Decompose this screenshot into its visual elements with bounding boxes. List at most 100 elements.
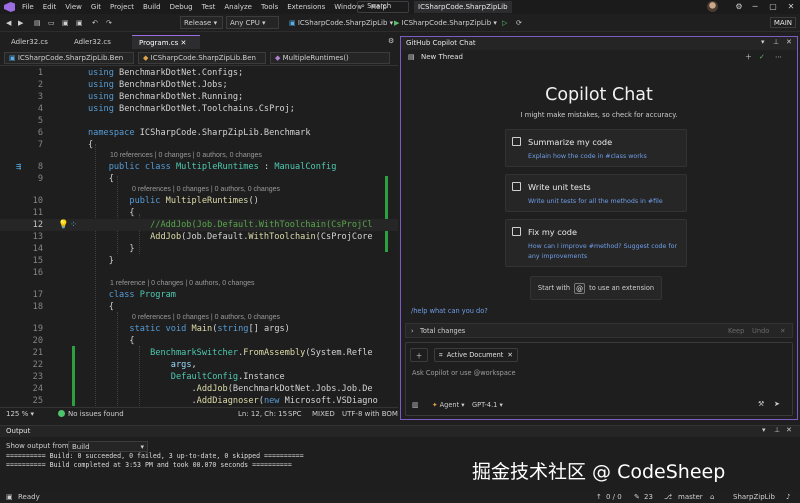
- open-folder-icon[interactable]: ▭: [48, 16, 55, 29]
- zoom-dropdown[interactable]: 125 % ▾: [6, 408, 34, 420]
- live-share-badge[interactable]: MAIN: [769, 17, 796, 28]
- close-icon[interactable]: ✕: [780, 324, 786, 338]
- repo-name[interactable]: SharpZipLib: [733, 491, 775, 503]
- code-lens[interactable]: 0 references | 0 changes | 0 authors, 0 …: [132, 185, 280, 195]
- thread-list-icon[interactable]: ▤: [408, 50, 415, 64]
- tab-program[interactable]: Program.cs ✕: [132, 35, 200, 49]
- tab-settings-icon[interactable]: ⚙: [388, 37, 394, 45]
- new-thread-label[interactable]: New Thread: [421, 50, 463, 64]
- pane-title: GitHub Copilot Chat: [401, 37, 797, 50]
- issues-indicator[interactable]: No issues found: [58, 408, 124, 420]
- more-options-icon[interactable]: ⋯: [775, 50, 782, 64]
- error-count[interactable]: 0 / 0: [606, 491, 622, 503]
- menu-debug[interactable]: Debug: [170, 3, 193, 11]
- code-line: 21 BenchmarkSwitcher.FromAssembly(System…: [0, 347, 398, 359]
- code-lens[interactable]: 1 reference | 0 changes | 0 authors, 0 c…: [110, 279, 255, 289]
- pin-icon[interactable]: ✕: [181, 39, 187, 47]
- branch-name[interactable]: master: [678, 491, 703, 503]
- minimize-icon[interactable]: ─: [746, 0, 764, 14]
- undo-icon[interactable]: ↶: [92, 16, 98, 29]
- active-document-chip[interactable]: ⌗ Active Document ✕: [434, 348, 518, 362]
- dropdown-icon[interactable]: ▾: [761, 38, 765, 46]
- title-bar: File Edit View Git Project Build Debug T…: [0, 0, 800, 14]
- line-number: 2: [37, 80, 43, 90]
- search-box[interactable]: ⌕ Search: [357, 1, 409, 13]
- type-nav-dropdown[interactable]: ◆ ICSharpCode.SharpZipLib.Ben: [138, 52, 266, 64]
- remove-chip-icon[interactable]: ✕: [507, 351, 513, 359]
- pin-icon[interactable]: ⊥: [773, 38, 779, 46]
- avatar[interactable]: [707, 1, 718, 12]
- code-editor[interactable]: 1 using BenchmarkDotNet.Configs; 2 using B…: [0, 66, 398, 406]
- menu-view[interactable]: View: [65, 3, 82, 11]
- class-glyph-icon[interactable]: ⇶: [16, 161, 21, 173]
- output-source-value: Build: [72, 443, 90, 451]
- tab-adler32-2[interactable]: Adler32.cs: [67, 35, 118, 49]
- model-dropdown[interactable]: GPT-4.1 ▾: [472, 401, 503, 409]
- menu-project[interactable]: Project: [110, 3, 134, 11]
- save-all-icon[interactable]: ▣: [76, 16, 83, 29]
- startup-project-value: ICSharpCode.SharpZipLib: [297, 18, 388, 27]
- maximize-icon[interactable]: ▢: [764, 0, 782, 14]
- startup-project-dropdown[interactable]: ▣ ICSharpCode.SharpZipLib ▾: [289, 16, 393, 29]
- menu-edit[interactable]: Edit: [43, 3, 57, 11]
- start-without-debug-icon[interactable]: ▷: [502, 16, 507, 29]
- platform-dropdown[interactable]: Any CPU ▾: [226, 16, 279, 29]
- tools-icon[interactable]: ⚒: [758, 400, 764, 408]
- chat-input-placeholder[interactable]: Ask Copilot or use @workspace: [412, 369, 516, 377]
- menu-analyze[interactable]: Analyze: [224, 3, 252, 11]
- output-source-dropdown[interactable]: Build ▾: [68, 441, 148, 452]
- nav-back-icon[interactable]: ◀: [6, 16, 11, 29]
- cursor-position[interactable]: Ln: 12, Ch: 15: [238, 408, 287, 420]
- menu-file[interactable]: File: [22, 3, 34, 11]
- help-link[interactable]: /help what can you do?: [411, 307, 488, 315]
- menu-build[interactable]: Build: [143, 3, 161, 11]
- code-lens[interactable]: 10 references | 0 changes | 0 authors, 0…: [110, 151, 262, 161]
- code-lens[interactable]: 0 references | 0 changes | 0 authors, 0 …: [132, 313, 280, 323]
- configuration-dropdown[interactable]: Release ▾: [180, 16, 223, 29]
- keep-button[interactable]: Keep: [728, 324, 744, 338]
- code-line: 18 {: [0, 301, 398, 313]
- lightbulb-icon[interactable]: 💡: [58, 219, 69, 231]
- copilot-status-icon[interactable]: ✓: [759, 50, 765, 64]
- redo-icon[interactable]: ↷: [106, 16, 112, 29]
- menu-extensions[interactable]: Extensions: [287, 3, 325, 11]
- file-encoding[interactable]: UTF-8 with BOM: [342, 408, 398, 420]
- suggestion-card-tests[interactable]: Write unit tests Write unit tests for al…: [505, 174, 687, 212]
- new-item-icon[interactable]: ▤: [34, 16, 41, 29]
- at-mention-icon[interactable]: @: [574, 282, 586, 294]
- indent-mode[interactable]: SPC: [288, 408, 302, 420]
- line-number: 5: [37, 116, 43, 126]
- suggestion-card-summarize[interactable]: Summarize my code Explain how the code i…: [505, 129, 687, 167]
- close-icon[interactable]: ✕: [786, 426, 792, 434]
- close-icon[interactable]: ✕: [782, 0, 800, 14]
- close-icon[interactable]: ✕: [786, 38, 792, 46]
- send-icon[interactable]: ➤: [774, 400, 780, 408]
- line-endings[interactable]: MIXED: [312, 408, 335, 420]
- new-thread-icon[interactable]: ＋: [745, 50, 752, 64]
- mode-dropdown[interactable]: ✦ Agent ▾: [432, 401, 465, 409]
- menu-tools[interactable]: Tools: [261, 3, 278, 11]
- attach-icon[interactable]: ▥: [412, 401, 419, 409]
- notification-bell-icon[interactable]: ♪: [786, 491, 790, 503]
- start-debug-button[interactable]: ▶ ICSharpCode.SharpZipLib ▾: [394, 16, 497, 29]
- member-nav-dropdown[interactable]: ◆ MultipleRuntimes(): [270, 52, 390, 64]
- menu-test[interactable]: Test: [202, 3, 216, 11]
- total-changes-bar[interactable]: › Total changes Keep Undo ✕: [405, 323, 793, 338]
- save-icon[interactable]: ▣: [62, 16, 69, 29]
- code-line: ⇶ 8 public class MultipleRuntimes : Manua…: [16, 161, 337, 173]
- copilot-hint-icon[interactable]: ⁘: [70, 219, 77, 231]
- arrow-up-icon[interactable]: ↑: [596, 491, 602, 503]
- tab-adler32-1[interactable]: Adler32.cs: [4, 35, 55, 49]
- menu-git[interactable]: Git: [91, 3, 101, 11]
- chat-input-box[interactable]: ＋ ⌗ Active Document ✕ Ask Copilot or use…: [405, 342, 793, 416]
- change-count[interactable]: 23: [644, 491, 653, 503]
- hot-reload-icon[interactable]: ⟳: [516, 16, 522, 29]
- pin-icon[interactable]: ⊥: [774, 426, 780, 434]
- undo-button[interactable]: Undo: [752, 324, 769, 338]
- dropdown-icon[interactable]: ▾: [762, 426, 766, 434]
- expand-chevron-icon[interactable]: ›: [411, 324, 414, 338]
- nav-forward-icon[interactable]: ▶: [18, 16, 23, 29]
- project-nav-dropdown[interactable]: ▣ ICSharpCode.SharpZipLib.Ben: [4, 52, 134, 64]
- suggestion-card-fix[interactable]: Fix my code How can I improve #method? S…: [505, 219, 687, 267]
- add-context-button[interactable]: ＋: [410, 348, 428, 362]
